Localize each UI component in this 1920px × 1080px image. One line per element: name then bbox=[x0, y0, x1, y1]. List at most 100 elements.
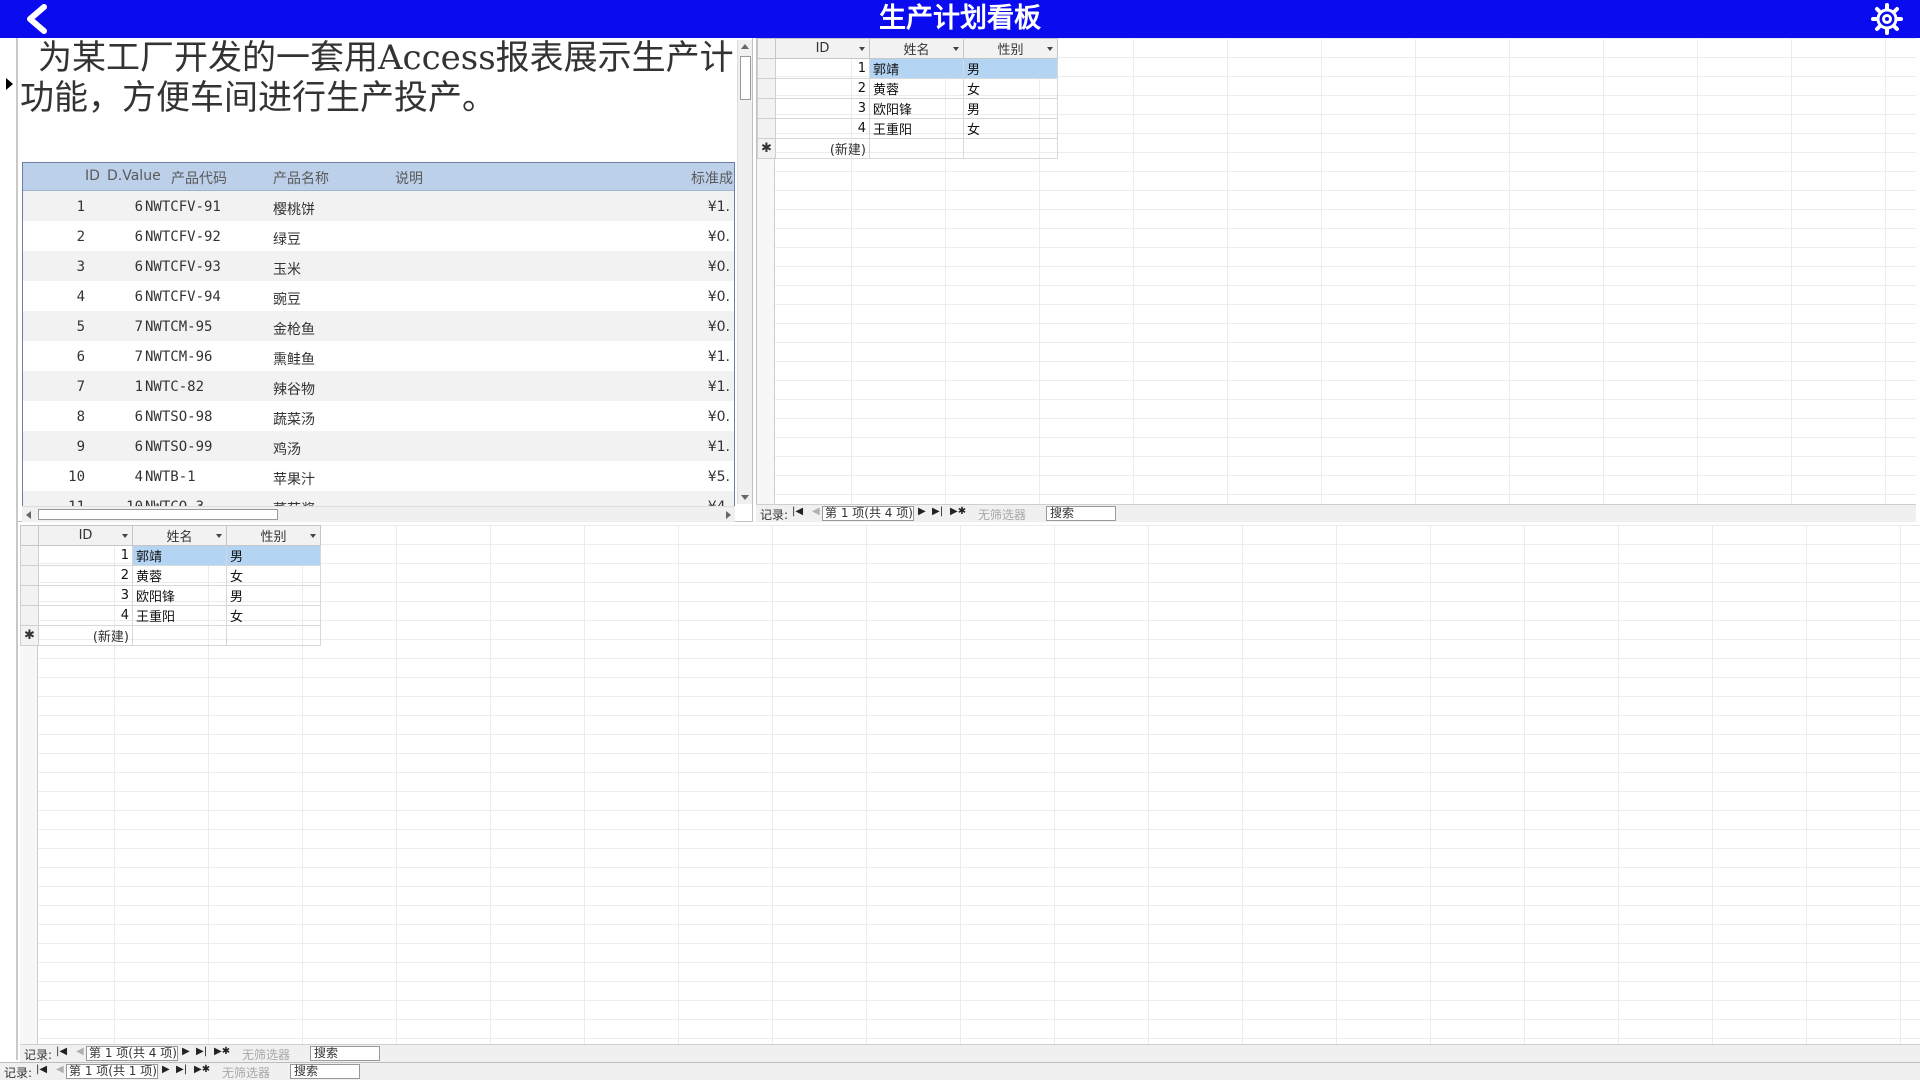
cell-name[interactable]: 黄蓉 bbox=[869, 78, 964, 99]
cell-name: 鸡汤 bbox=[273, 442, 301, 458]
cell-id[interactable]: 3 bbox=[38, 585, 133, 606]
select-all-corner[interactable] bbox=[20, 525, 39, 546]
cell-name[interactable]: 欧阳锋 bbox=[869, 98, 964, 119]
cell-name[interactable]: 黄蓉 bbox=[132, 565, 227, 586]
cell-gender[interactable]: 女 bbox=[226, 565, 321, 586]
cell-id[interactable]: 1 bbox=[775, 58, 870, 79]
cell-gender[interactable]: 女 bbox=[226, 605, 321, 626]
column-header[interactable]: 性别 bbox=[226, 525, 321, 546]
column-header[interactable]: ID bbox=[38, 525, 133, 546]
cell-name[interactable]: 王重阳 bbox=[869, 118, 964, 139]
select-all-corner[interactable] bbox=[757, 38, 776, 59]
column-header[interactable]: ID bbox=[775, 38, 870, 59]
cell-name[interactable]: 郭靖 bbox=[869, 58, 964, 79]
report-horizontal-scrollbar[interactable] bbox=[22, 506, 735, 522]
cell-id[interactable]: 4 bbox=[775, 118, 870, 139]
row-selector[interactable] bbox=[20, 605, 39, 626]
cell-gender[interactable]: 女 bbox=[963, 118, 1058, 139]
no-filter-button[interactable]: 无筛选器 bbox=[978, 506, 1026, 523]
cell-name[interactable] bbox=[132, 625, 227, 646]
table-row[interactable]: 4 王重阳女 bbox=[20, 605, 321, 626]
last-record-button[interactable]: ▶| bbox=[176, 1064, 187, 1075]
new-record-button[interactable]: ▶✱ bbox=[194, 1064, 210, 1075]
first-record-button[interactable]: |◀ bbox=[36, 1064, 47, 1075]
row-selector[interactable] bbox=[757, 118, 776, 139]
row-selector[interactable] bbox=[20, 585, 39, 606]
column-header[interactable]: 姓名 bbox=[869, 38, 964, 59]
last-record-button[interactable]: ▶| bbox=[932, 506, 943, 517]
search-input[interactable]: 搜索 bbox=[310, 1046, 380, 1061]
cell-gender[interactable]: 男 bbox=[963, 98, 1058, 119]
dropdown-arrow-icon[interactable] bbox=[953, 47, 959, 51]
previous-record-button[interactable]: ◀ bbox=[76, 1046, 84, 1057]
last-record-button[interactable]: ▶| bbox=[196, 1046, 207, 1057]
cell-id[interactable]: 2 bbox=[775, 78, 870, 99]
table-row[interactable]: 1 郭靖男 bbox=[20, 545, 321, 566]
row-selector[interactable] bbox=[20, 545, 39, 566]
cell-gender[interactable]: 男 bbox=[226, 545, 321, 566]
cell-gender[interactable] bbox=[226, 625, 321, 646]
cell-gender[interactable] bbox=[963, 138, 1058, 159]
new-record-label[interactable]: (新建) bbox=[38, 625, 133, 646]
cell-name[interactable]: 王重阳 bbox=[132, 605, 227, 626]
column-header[interactable]: 性别 bbox=[963, 38, 1058, 59]
new-record-row[interactable]: ✱ (新建) bbox=[757, 138, 1058, 159]
no-filter-button[interactable]: 无筛选器 bbox=[222, 1064, 270, 1080]
table-row[interactable]: 3 欧阳锋男 bbox=[757, 98, 1058, 119]
search-input[interactable]: 搜索 bbox=[290, 1064, 360, 1079]
no-filter-button[interactable]: 无筛选器 bbox=[242, 1046, 290, 1063]
next-record-button[interactable]: ▶ bbox=[162, 1064, 170, 1075]
form-record-selector[interactable] bbox=[0, 38, 18, 1060]
col-header-dvalue: D.Value bbox=[107, 168, 161, 184]
previous-record-button[interactable]: ◀ bbox=[56, 1064, 64, 1075]
next-record-button[interactable]: ▶ bbox=[918, 506, 926, 517]
table-row[interactable]: 2 黄蓉女 bbox=[20, 565, 321, 586]
previous-record-button[interactable]: ◀ bbox=[812, 506, 820, 517]
cell-gender[interactable]: 男 bbox=[226, 585, 321, 606]
row-selector[interactable] bbox=[20, 565, 39, 586]
row-selector[interactable] bbox=[757, 98, 776, 119]
cell-name[interactable]: 郭靖 bbox=[132, 545, 227, 566]
cell-gender[interactable]: 女 bbox=[963, 78, 1058, 99]
people-datasheet-bottom: ID 姓名 性别 1 郭靖男 2 黄蓉女 3 欧阳锋男 4 王重阳女 ✱ (新建) bbox=[20, 525, 1920, 1045]
cell-name[interactable]: 欧阳锋 bbox=[132, 585, 227, 606]
table-row[interactable]: 2 黄蓉女 bbox=[757, 78, 1058, 99]
report-vertical-scrollbar[interactable] bbox=[737, 40, 752, 504]
row-selector[interactable] bbox=[757, 58, 776, 79]
settings-button[interactable] bbox=[1870, 2, 1904, 36]
current-record-input[interactable]: 第 1 项(共 4 项) bbox=[86, 1046, 178, 1061]
current-record-input[interactable]: 第 1 项(共 1 项) bbox=[66, 1064, 158, 1079]
next-record-button[interactable]: ▶ bbox=[182, 1046, 190, 1057]
table-row[interactable]: 3 欧阳锋男 bbox=[20, 585, 321, 606]
dropdown-arrow-icon[interactable] bbox=[122, 534, 128, 538]
new-record-button[interactable]: ▶✱ bbox=[214, 1046, 230, 1057]
new-record-button[interactable]: ▶✱ bbox=[950, 506, 966, 517]
column-header[interactable]: 姓名 bbox=[132, 525, 227, 546]
scroll-left-icon[interactable] bbox=[26, 511, 31, 519]
dropdown-arrow-icon[interactable] bbox=[859, 47, 865, 51]
new-record-label[interactable]: (新建) bbox=[775, 138, 870, 159]
first-record-button[interactable]: |◀ bbox=[56, 1046, 67, 1057]
scroll-thumb[interactable] bbox=[740, 56, 751, 100]
column-header-label: 姓名 bbox=[166, 530, 193, 545]
new-record-row[interactable]: ✱ (新建) bbox=[20, 625, 321, 646]
cell-id[interactable]: 2 bbox=[38, 565, 133, 586]
dropdown-arrow-icon[interactable] bbox=[216, 534, 222, 538]
dropdown-arrow-icon[interactable] bbox=[310, 534, 316, 538]
scroll-down-icon[interactable] bbox=[741, 495, 749, 500]
cell-gender[interactable]: 男 bbox=[963, 58, 1058, 79]
search-input[interactable]: 搜索 bbox=[1046, 506, 1116, 521]
cell-id[interactable]: 1 bbox=[38, 545, 133, 566]
row-selector[interactable] bbox=[757, 78, 776, 99]
cell-id[interactable]: 3 bbox=[775, 98, 870, 119]
scroll-up-icon[interactable] bbox=[741, 44, 749, 49]
first-record-button[interactable]: |◀ bbox=[792, 506, 803, 517]
scroll-right-icon[interactable] bbox=[726, 511, 731, 519]
current-record-input[interactable]: 第 1 项(共 4 项) bbox=[822, 506, 914, 521]
table-row[interactable]: 1 郭靖男 bbox=[757, 58, 1058, 79]
cell-name[interactable] bbox=[869, 138, 964, 159]
cell-id[interactable]: 4 bbox=[38, 605, 133, 626]
table-row[interactable]: 4 王重阳女 bbox=[757, 118, 1058, 139]
dropdown-arrow-icon[interactable] bbox=[1047, 47, 1053, 51]
scroll-thumb[interactable] bbox=[38, 509, 278, 520]
